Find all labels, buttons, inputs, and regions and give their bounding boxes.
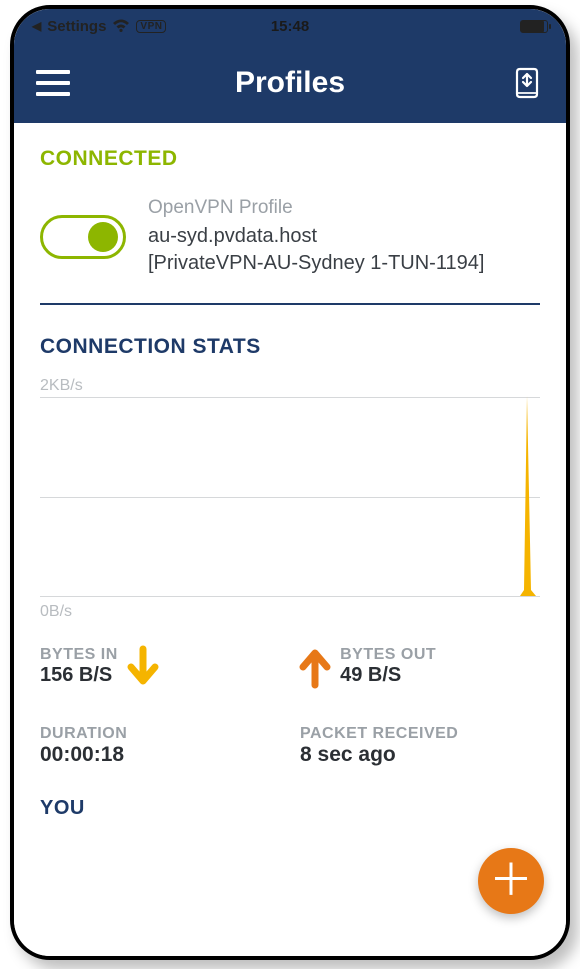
battery-icon	[520, 20, 548, 33]
status-bar: ◀ Settings VPN 15:48	[14, 9, 566, 43]
bytes-in-label: BYTES IN	[40, 646, 118, 664]
traffic-chart: 2KB/s 0B/s	[14, 377, 566, 631]
profile-subtitle: OpenVPN Profile	[148, 197, 484, 219]
arrow-down-icon	[124, 645, 162, 689]
packet-received-group: PACKET RECEIVED 8 sec ago	[300, 725, 540, 767]
bytes-out-label: BYTES OUT	[340, 646, 436, 664]
back-app-label[interactable]: Settings	[47, 18, 106, 35]
profile-name: [PrivateVPN-AU-Sydney 1-TUN-1194]	[148, 250, 484, 277]
navbar: Profiles	[14, 43, 566, 123]
toggle-knob	[88, 222, 118, 252]
duration-label: DURATION	[40, 725, 260, 743]
bytes-out-value: 49 B/S	[340, 664, 436, 687]
packet-label: PACKET RECEIVED	[300, 725, 540, 743]
duration-group: DURATION 00:00:18	[40, 725, 260, 767]
arrow-up-icon	[296, 645, 334, 689]
clock: 15:48	[271, 18, 309, 35]
y-axis-min: 0B/s	[40, 603, 540, 621]
add-profile-button[interactable]: ＋	[478, 848, 544, 914]
vpn-badge: VPN	[136, 20, 166, 33]
profile-host: au-syd.pvdata.host	[148, 223, 484, 250]
connection-status-label: CONNECTED	[40, 147, 540, 171]
bytes-out-group: BYTES OUT 49 B/S	[296, 645, 540, 689]
page-title: Profiles	[235, 66, 345, 100]
bytes-in-group: BYTES IN 156 B/S	[40, 645, 296, 689]
packet-value: 8 sec ago	[300, 743, 540, 767]
content: CONNECTED OpenVPN Profile au-syd.pvdata.…	[14, 123, 566, 956]
menu-icon[interactable]	[36, 70, 70, 96]
duration-value: 00:00:18	[40, 743, 260, 767]
device-frame: ◀ Settings VPN 15:48 Profiles CONNECTED	[10, 5, 570, 960]
traffic-spike	[520, 396, 536, 596]
stats-header: CONNECTION STATS	[14, 305, 566, 377]
back-caret-icon[interactable]: ◀	[32, 19, 41, 33]
connection-toggle[interactable]	[40, 215, 126, 259]
import-profile-icon[interactable]	[510, 66, 544, 100]
y-axis-max: 2KB/s	[40, 377, 540, 395]
plus-icon: ＋	[489, 859, 533, 903]
wifi-icon	[112, 19, 130, 33]
bytes-in-value: 156 B/S	[40, 664, 118, 687]
you-section-label: YOU	[14, 767, 566, 820]
profile-row: OpenVPN Profile au-syd.pvdata.host [Priv…	[14, 179, 566, 303]
